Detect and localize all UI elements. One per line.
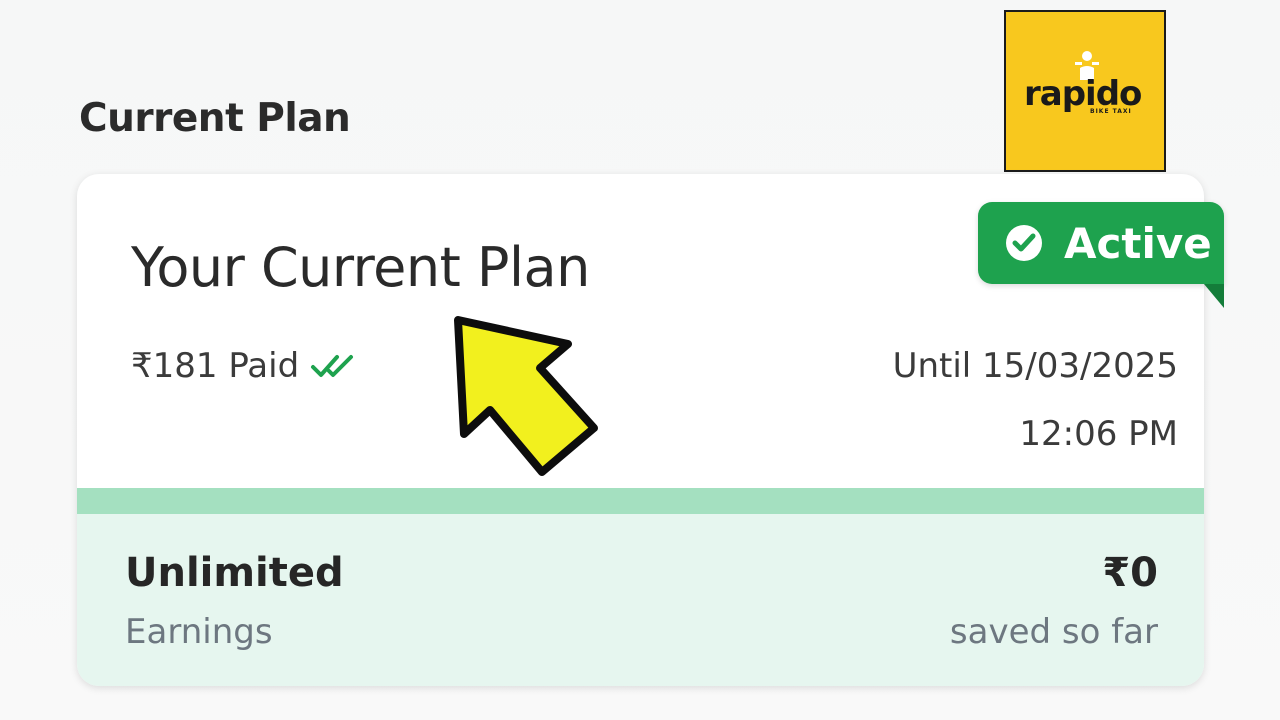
unlimited-label: Unlimited xyxy=(125,550,344,596)
pointer-arrow-icon xyxy=(454,316,598,476)
valid-until-date: Until 15/03/2025 xyxy=(892,346,1178,386)
rapido-logo: rapido BIKE TAXI xyxy=(1004,10,1166,172)
saved-label: saved so far xyxy=(949,612,1158,652)
valid-until-time: 12:06 PM xyxy=(1019,414,1178,454)
active-badge: Active xyxy=(978,202,1224,284)
card-title: Your Current Plan xyxy=(131,236,590,299)
paid-row: ₹181 Paid xyxy=(131,346,363,386)
screen: Current Plan rapido BIKE TAXI Your Curre… xyxy=(0,0,1280,720)
double-check-icon xyxy=(311,355,354,377)
logo-tagline: BIKE TAXI xyxy=(1090,108,1132,115)
divider-strip xyxy=(77,488,1204,514)
saved-amount: ₹0 xyxy=(1102,550,1158,596)
plan-benefits: Unlimited Earnings ₹0 saved so far xyxy=(77,514,1204,686)
active-label: Active xyxy=(1064,218,1212,268)
badge-ribbon-tail xyxy=(1204,284,1224,308)
check-circle-icon xyxy=(1006,225,1042,261)
earnings-label: Earnings xyxy=(125,612,273,652)
section-title: Current Plan xyxy=(79,96,351,141)
paid-amount: ₹181 Paid xyxy=(131,346,300,386)
